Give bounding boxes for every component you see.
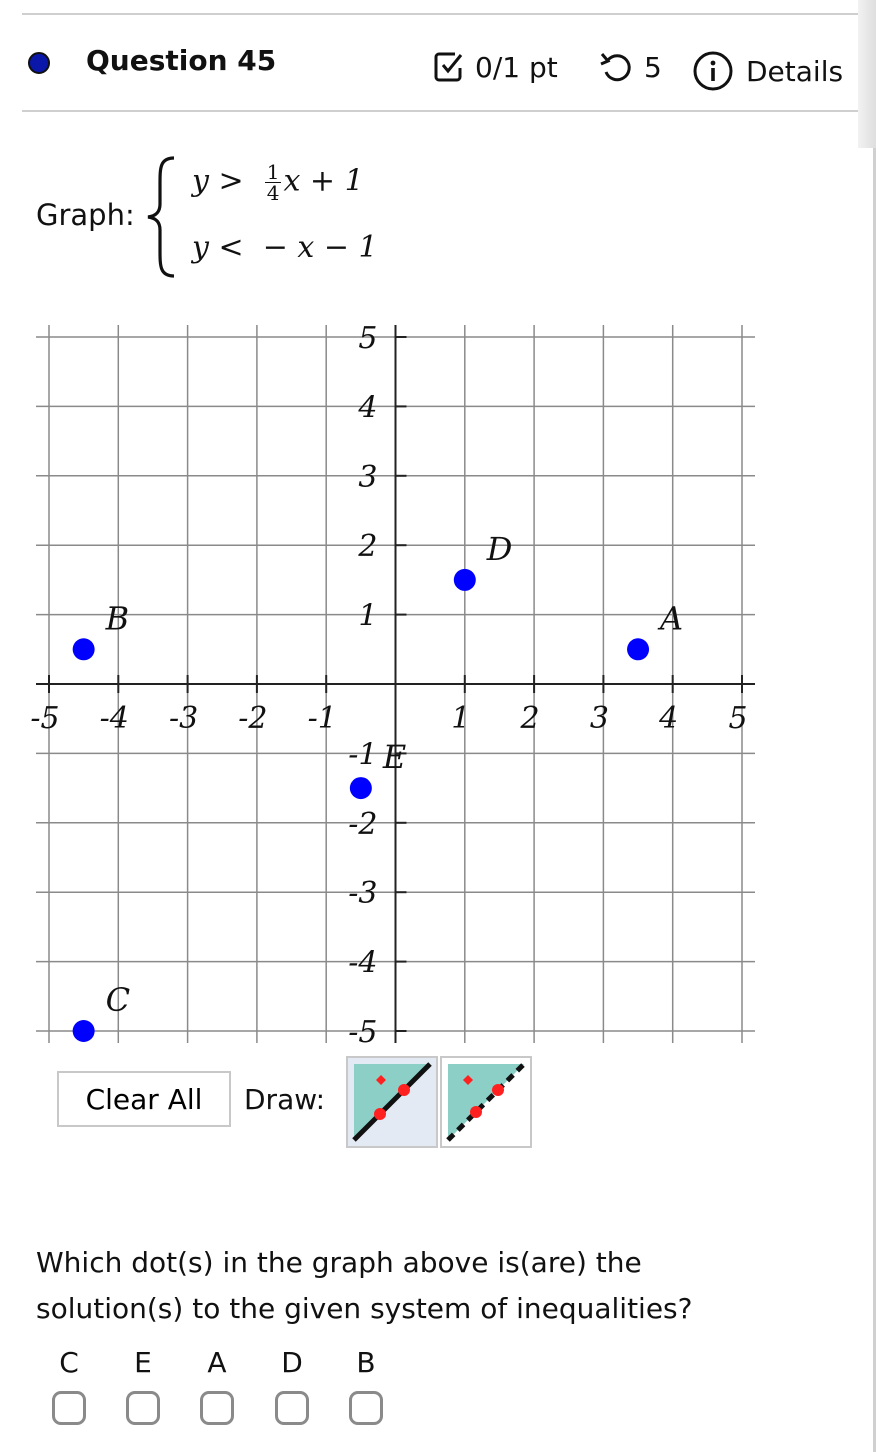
point-a-label: A (657, 599, 683, 637)
point-b-dot (72, 638, 95, 661)
x-tick-label: -3 (169, 701, 198, 736)
inequality-system: y > 14x + 1 y < − x − 1 (142, 150, 462, 280)
coordinate-plane[interactable]: -5 -4 -3 -2 -1 1 2 3 4 5 5 4 3 2 1 -1 -2 -3 -4 -5 A B C D E (0, 300, 800, 1060)
left-brace-icon (147, 156, 175, 278)
graph-prompt: Graph: (36, 198, 135, 232)
x-tick-label: 4 (658, 701, 678, 736)
y-tick-label: -5 (348, 1015, 377, 1050)
score-indicator: 0/1 pt (433, 50, 558, 84)
option-label: E (134, 1346, 152, 1379)
top-divider (22, 13, 858, 15)
point-c-dot (72, 1020, 95, 1042)
option-e[interactable]: E (122, 1346, 164, 1425)
attempts-indicator: 5 (598, 50, 662, 84)
x-tick-label: -1 (308, 701, 337, 736)
question-title: Question 45 (86, 44, 277, 77)
y-tick-label: -4 (348, 946, 377, 981)
inequality-1: y > 14x + 1 (192, 160, 364, 205)
retry-icon (600, 53, 631, 82)
option-label: C (59, 1346, 79, 1379)
x-tick-label: 1 (451, 701, 470, 736)
status-dot-icon (28, 52, 50, 74)
point-d-label: D (486, 530, 513, 568)
info-circle-icon (693, 51, 733, 91)
solid-line-tool-button[interactable] (346, 1056, 438, 1148)
dashed-line-tool-button[interactable] (440, 1056, 532, 1148)
scrollbar-thumb[interactable] (858, 0, 876, 148)
option-c[interactable]: C (48, 1346, 90, 1425)
y-tick-label: -3 (348, 876, 377, 911)
question-text: Which dot(s) in the graph above is(are) … (36, 1246, 693, 1325)
dashed-line-inequality-icon (446, 1062, 526, 1142)
option-a[interactable]: A (196, 1346, 238, 1425)
details-button[interactable]: Details (692, 50, 843, 92)
y-tick-label: 5 (358, 321, 377, 356)
option-label: B (356, 1346, 376, 1379)
clear-all-button[interactable]: Clear All (57, 1071, 231, 1127)
point-d-dot (453, 568, 476, 591)
y-tick-label: 2 (357, 529, 377, 564)
solid-line-inequality-icon (352, 1062, 432, 1142)
option-checkbox[interactable] (349, 1391, 383, 1425)
x-tick-label: -2 (238, 701, 267, 736)
x-tick-label: -5 (30, 701, 59, 736)
attempts-count: 5 (644, 50, 662, 84)
y-tick-label: 1 (358, 599, 377, 634)
option-label: D (281, 1346, 303, 1379)
draw-label: Draw: (244, 1083, 326, 1116)
x-tick-label: 3 (590, 701, 609, 736)
option-checkbox[interactable] (126, 1391, 160, 1425)
option-b[interactable]: B (345, 1346, 387, 1425)
option-checkbox[interactable] (275, 1391, 309, 1425)
x-tick-label: 2 (520, 701, 540, 736)
checkbox-check-icon (434, 52, 463, 82)
point-c-label: C (106, 981, 130, 1019)
option-label: A (207, 1346, 227, 1379)
point-a-dot (627, 638, 650, 661)
x-tick-label: -4 (100, 701, 129, 736)
option-d[interactable]: D (271, 1346, 313, 1425)
point-b-label: B (105, 599, 130, 637)
y-tick-label: -1 (348, 737, 377, 772)
option-checkbox[interactable] (200, 1391, 234, 1425)
y-tick-label: -2 (348, 807, 377, 842)
option-checkbox[interactable] (52, 1391, 86, 1425)
y-tick-label: 3 (358, 460, 377, 495)
header-divider (22, 110, 858, 112)
x-tick-label: 5 (728, 701, 747, 736)
details-label: Details (746, 54, 844, 88)
point-e-label: E (382, 738, 406, 776)
y-tick-label: 4 (357, 390, 377, 425)
score-text: 0/1 pt (475, 50, 558, 84)
point-e-dot (349, 777, 372, 800)
inequality-2: y < − x − 1 (192, 230, 378, 265)
